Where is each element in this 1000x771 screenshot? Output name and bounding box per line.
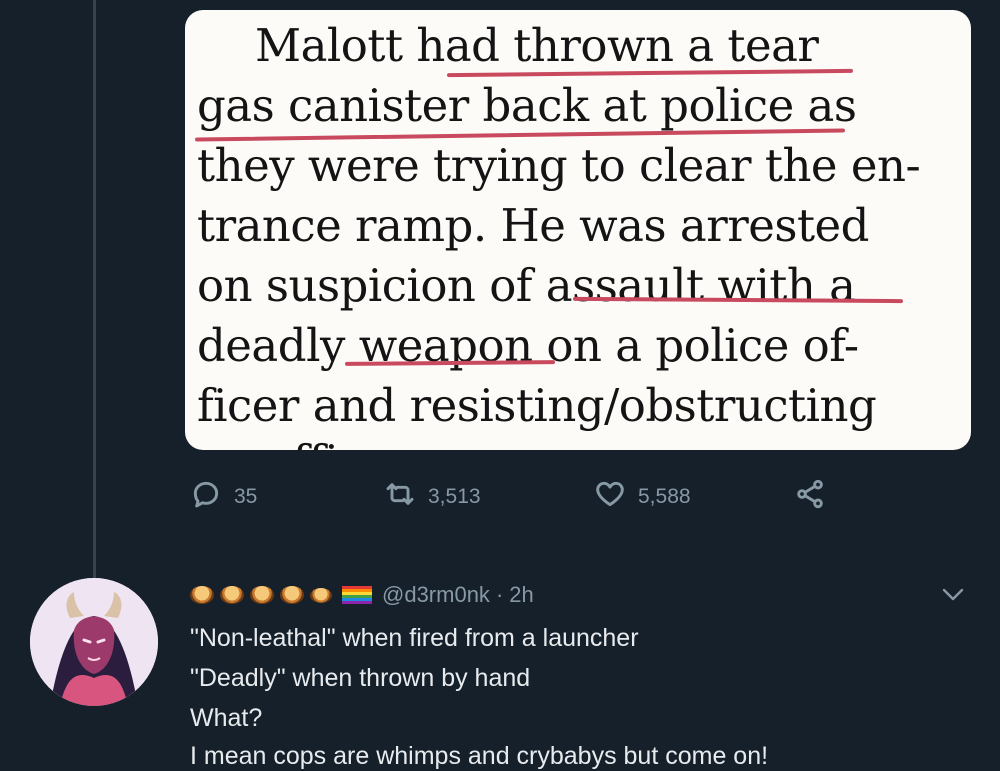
reply-icon	[190, 478, 222, 516]
article-text-line: on suspicion of assault with a	[197, 259, 856, 312]
avatar[interactable]	[30, 578, 158, 706]
share-button[interactable]	[794, 478, 826, 516]
emoji-icon	[220, 586, 244, 604]
article-text-line: gas canister back at police as	[197, 79, 857, 132]
emoji-icon	[190, 586, 214, 604]
timestamp[interactable]: 2h	[509, 582, 533, 608]
article-text-line: they were trying to clear the en-	[197, 139, 921, 192]
reply-button[interactable]: 35	[190, 478, 257, 516]
emoji-icon	[280, 586, 304, 604]
share-icon	[794, 478, 826, 516]
like-button[interactable]: 5,588	[594, 478, 691, 516]
emoji-icon	[310, 587, 332, 603]
meta-separator: ·	[495, 582, 504, 607]
tweet-image[interactable]: Malott had thrown a tear gas canister ba…	[185, 10, 971, 450]
chevron-down-icon[interactable]	[938, 584, 968, 604]
emoji-icon	[250, 586, 274, 604]
reply-text-line: I mean cops are whimps and crybabys but …	[190, 742, 769, 770]
reply-header: @d3rm0nk · 2h	[190, 582, 534, 608]
avatar-illustration	[30, 578, 158, 706]
article-text-line: Malott had thrown a tear	[255, 19, 819, 72]
reply-text-line: "Deadly" when thrown by hand	[190, 664, 531, 692]
retweet-icon	[384, 478, 416, 516]
rainbow-flag-icon	[342, 586, 372, 604]
reply-count: 35	[234, 485, 258, 508]
heart-icon	[594, 478, 626, 516]
retweet-count: 3,513	[428, 485, 481, 508]
article-text-line: trance ramp. He was arrested	[197, 199, 870, 252]
user-handle[interactable]: @d3rm0nk	[382, 582, 490, 608]
article-text-line: ficer and resisting/obstructing	[197, 379, 877, 432]
article-text-line: an officer	[197, 438, 411, 451]
retweet-button[interactable]: 3,513	[384, 478, 481, 516]
tweet-actions: 35 3,513 5,588	[0, 478, 1000, 520]
reply-text-line: What?	[190, 704, 263, 732]
reply-text-line: "Non-leathal" when fired from a launcher	[190, 624, 639, 652]
like-count: 5,588	[638, 485, 691, 508]
